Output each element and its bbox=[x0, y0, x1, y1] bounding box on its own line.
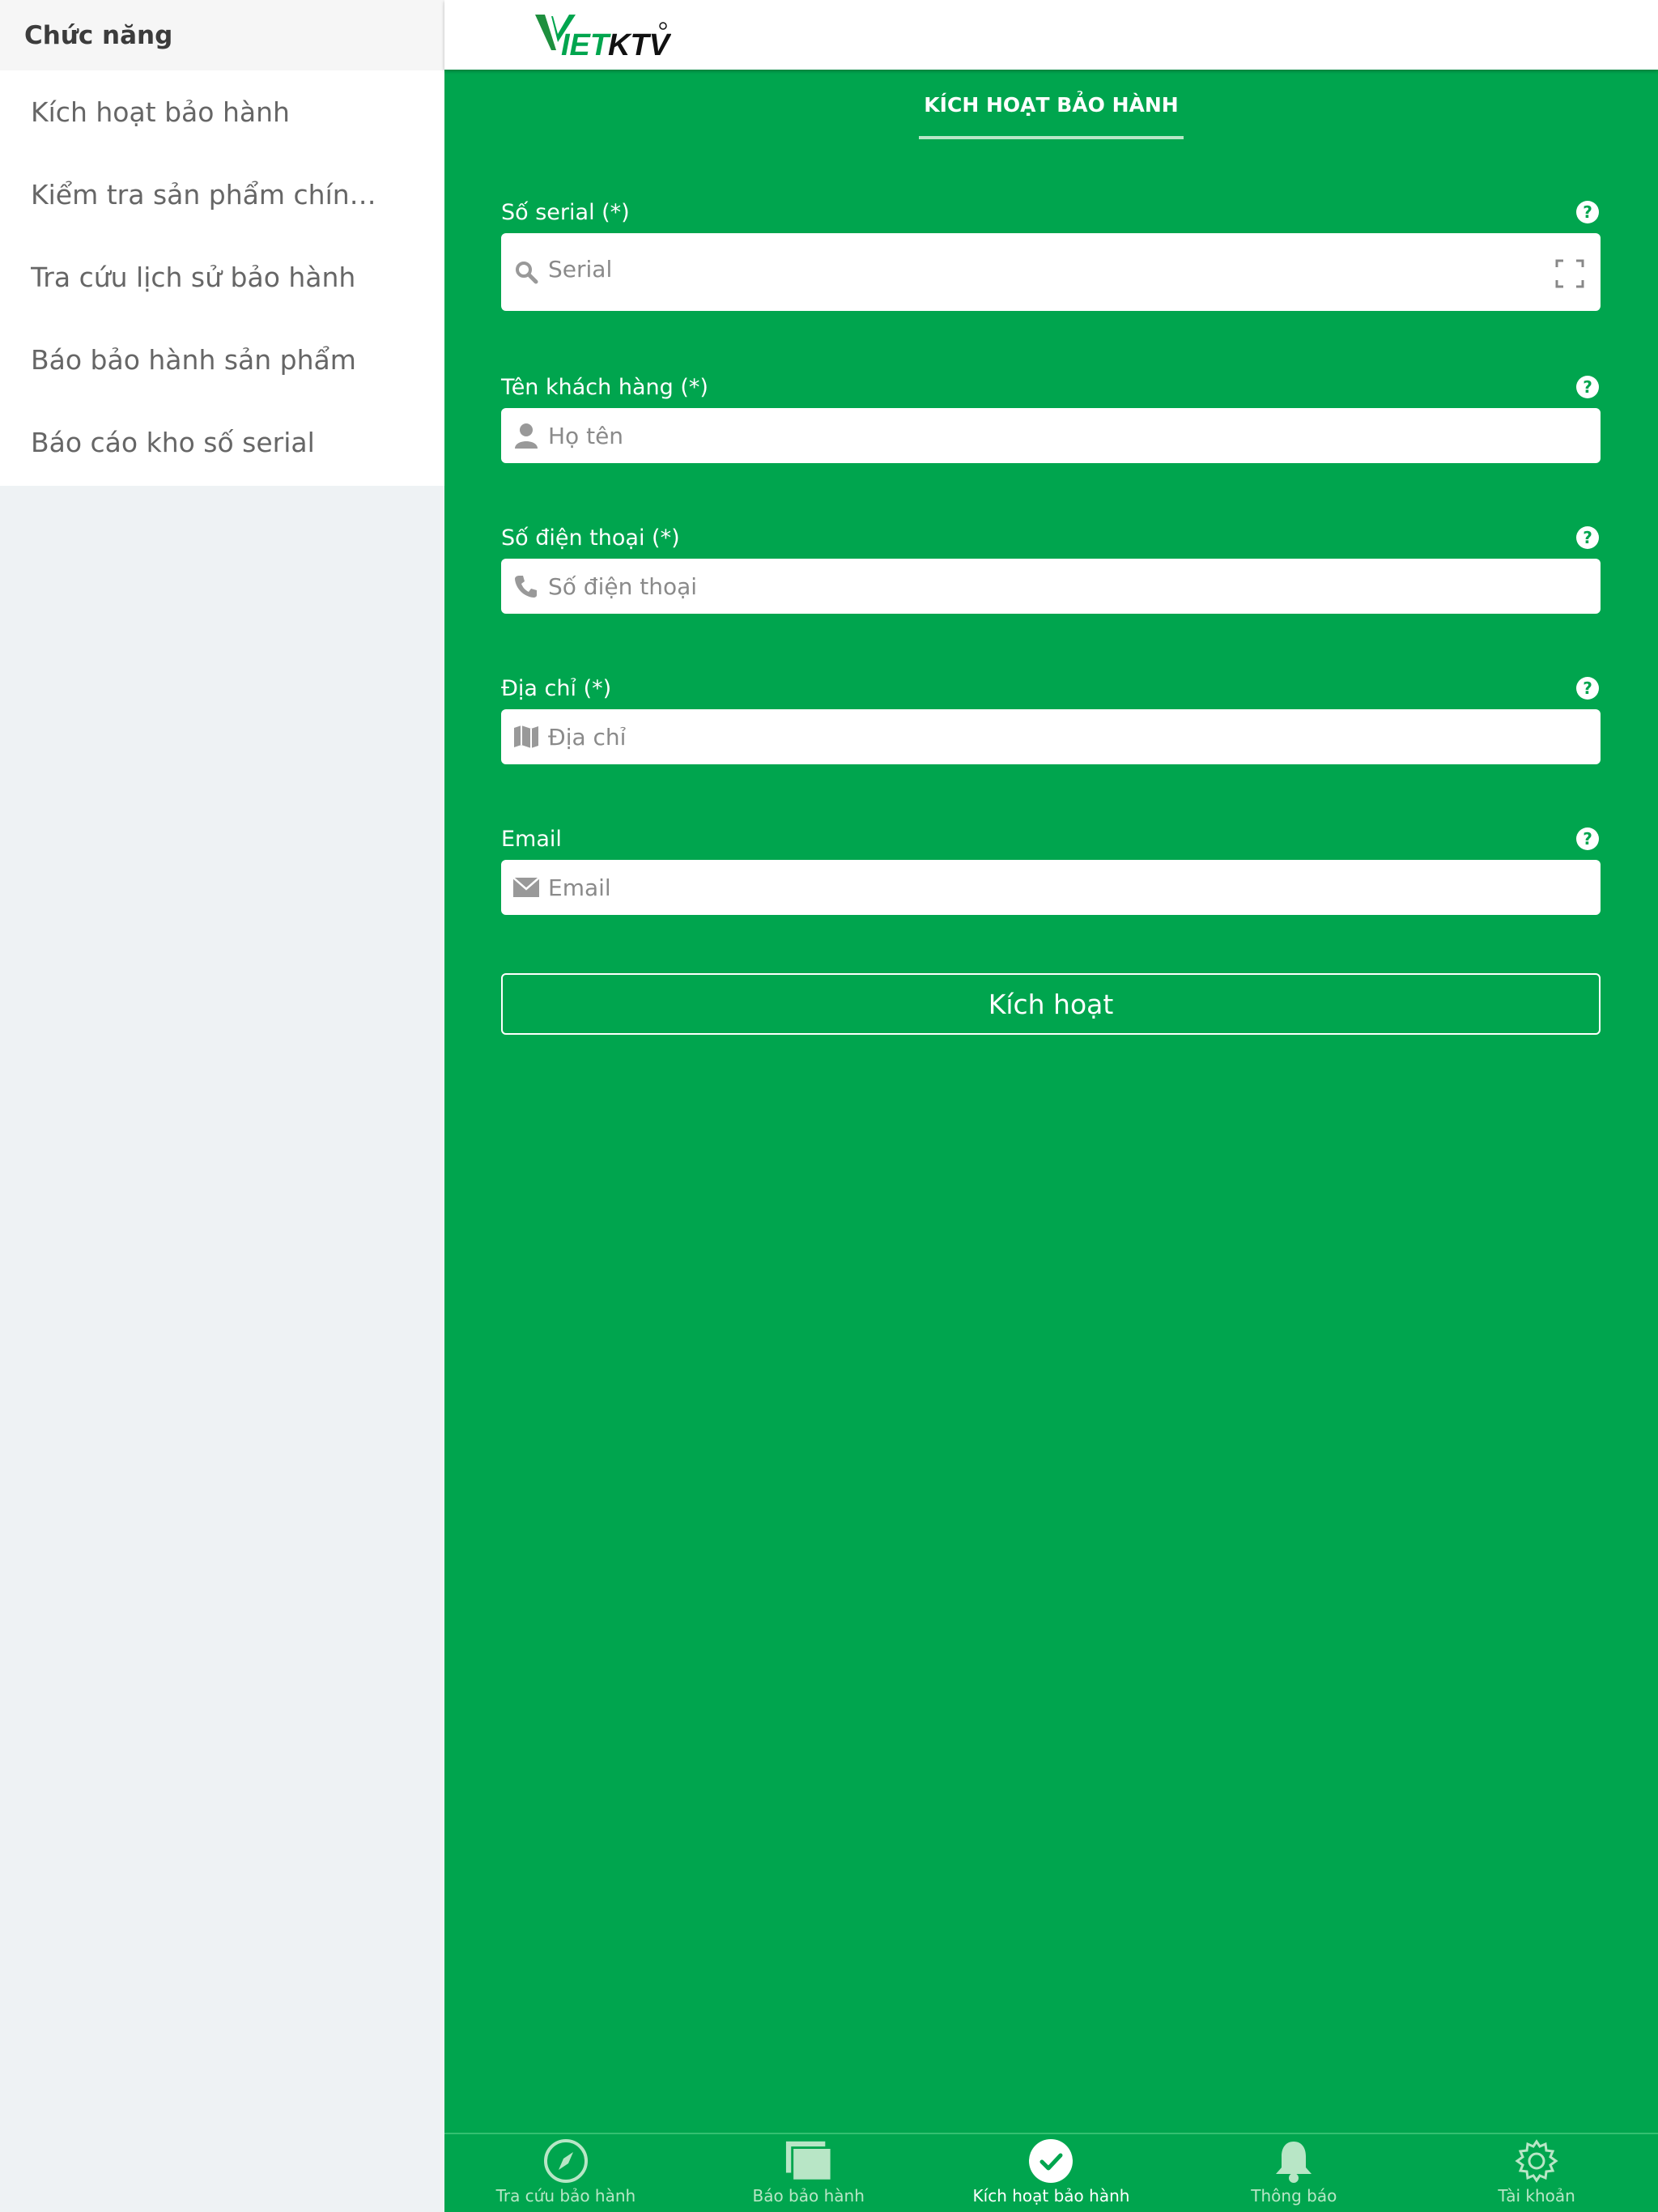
help-icon[interactable]: ? bbox=[1576, 677, 1599, 700]
nav-account[interactable]: Tài khoản bbox=[1415, 2134, 1658, 2212]
serial-label: Số serial (*) bbox=[501, 199, 630, 225]
phone-field: Số điện thoại (*) ? bbox=[501, 521, 1601, 614]
main-panel: IET KTV KÍCH HOẠT BẢO HÀNH Số serial (*)… bbox=[444, 0, 1658, 2212]
email-label: Email bbox=[501, 826, 562, 852]
phone-label-row: Số điện thoại (*) ? bbox=[501, 521, 1601, 554]
phone-input-box bbox=[501, 559, 1601, 614]
email-input-box bbox=[501, 860, 1601, 915]
person-icon bbox=[512, 422, 540, 449]
nav-notifications[interactable]: Thông báo bbox=[1172, 2134, 1415, 2212]
svg-text:IET: IET bbox=[561, 28, 611, 62]
email-label-row: Email ? bbox=[501, 823, 1601, 855]
nav-activate-warranty[interactable]: Kích hoạt bảo hành bbox=[930, 2134, 1173, 2212]
check-circle-icon bbox=[1027, 2138, 1075, 2184]
bell-icon bbox=[1269, 2138, 1318, 2184]
phone-icon bbox=[512, 572, 540, 600]
serial-field: Số serial (*) ? bbox=[501, 196, 1601, 311]
address-field: Địa chỉ (*) ? bbox=[501, 672, 1601, 764]
sidebar-item-report-warranty[interactable]: Báo bảo hành sản phẩm bbox=[0, 318, 444, 401]
name-field: Tên khách hàng (*) ? bbox=[501, 371, 1601, 463]
serial-input[interactable] bbox=[548, 256, 1589, 283]
scan-icon[interactable] bbox=[1555, 259, 1584, 288]
nav-label: Tra cứu bảo hành bbox=[495, 2186, 636, 2206]
address-input-box bbox=[501, 709, 1601, 764]
cards-icon bbox=[784, 2138, 833, 2184]
sidebar-item-check-genuine[interactable]: Kiểm tra sản phẩm chính hãng bbox=[0, 153, 444, 236]
address-label-row: Địa chỉ (*) ? bbox=[501, 672, 1601, 704]
phone-input[interactable] bbox=[548, 572, 1589, 600]
sidebar-menu: Kích hoạt bảo hành Kiểm tra sản phẩm chí… bbox=[0, 70, 444, 486]
search-icon bbox=[512, 258, 540, 286]
tab-activate-warranty[interactable]: KÍCH HOẠT BẢO HÀNH bbox=[919, 70, 1184, 139]
help-icon[interactable]: ? bbox=[1576, 827, 1599, 850]
name-input-box bbox=[501, 408, 1601, 463]
nav-label: Thông báo bbox=[1251, 2186, 1337, 2206]
serial-input-box bbox=[501, 233, 1601, 311]
sidebar-header: Chức năng bbox=[0, 0, 444, 70]
address-label: Địa chỉ (*) bbox=[501, 675, 612, 701]
help-icon[interactable]: ? bbox=[1576, 376, 1599, 398]
email-field: Email ? bbox=[501, 823, 1601, 915]
map-icon bbox=[512, 723, 540, 751]
sidebar-item-label: Kiểm tra sản phẩm chính hãng bbox=[31, 178, 380, 211]
sidebar-title: Chức năng bbox=[24, 20, 173, 50]
sidebar-item-activate-warranty[interactable]: Kích hoạt bảo hành bbox=[0, 70, 444, 153]
mail-icon bbox=[512, 874, 540, 901]
activate-button[interactable]: Kích hoạt bbox=[501, 973, 1601, 1035]
serial-label-row: Số serial (*) ? bbox=[501, 196, 1601, 228]
name-input[interactable] bbox=[548, 422, 1589, 449]
nav-warranty-lookup[interactable]: Tra cứu bảo hành bbox=[444, 2134, 687, 2212]
phone-label: Số điện thoại (*) bbox=[501, 525, 680, 551]
help-icon[interactable]: ? bbox=[1576, 201, 1599, 223]
help-icon[interactable]: ? bbox=[1576, 526, 1599, 549]
nav-label: Tài khoản bbox=[1498, 2186, 1575, 2206]
nav-label: Báo bảo hành bbox=[752, 2186, 865, 2206]
tab-bar: KÍCH HOẠT BẢO HÀNH bbox=[444, 70, 1658, 143]
sidebar-item-warranty-history[interactable]: Tra cứu lịch sử bảo hành bbox=[0, 236, 444, 318]
sidebar-item-label: Tra cứu lịch sử bảo hành bbox=[31, 261, 356, 293]
top-bar: IET KTV bbox=[444, 0, 1658, 70]
vietktv-logo: IET KTV bbox=[535, 15, 671, 62]
svg-text:KTV: KTV bbox=[608, 28, 671, 62]
nav-report-warranty[interactable]: Báo bảo hành bbox=[687, 2134, 930, 2212]
gear-icon bbox=[1512, 2138, 1561, 2184]
bottom-nav: Tra cứu bảo hành Báo bảo hành Kích hoạt … bbox=[444, 2133, 1658, 2212]
sidebar-item-label: Báo bảo hành sản phẩm bbox=[31, 343, 356, 376]
email-input[interactable] bbox=[548, 874, 1589, 901]
name-label-row: Tên khách hàng (*) ? bbox=[501, 371, 1601, 403]
sidebar: Chức năng Kích hoạt bảo hành Kiểm tra sả… bbox=[0, 0, 444, 2212]
nav-label: Kích hoạt bảo hành bbox=[972, 2186, 1130, 2206]
compass-icon bbox=[542, 2138, 590, 2184]
name-label: Tên khách hàng (*) bbox=[501, 374, 708, 400]
sidebar-item-serial-stock-report[interactable]: Báo cáo kho số serial bbox=[0, 401, 444, 483]
sidebar-item-label: Kích hoạt bảo hành bbox=[31, 96, 290, 128]
sidebar-item-label: Báo cáo kho số serial bbox=[31, 426, 315, 458]
address-input[interactable] bbox=[548, 723, 1589, 751]
